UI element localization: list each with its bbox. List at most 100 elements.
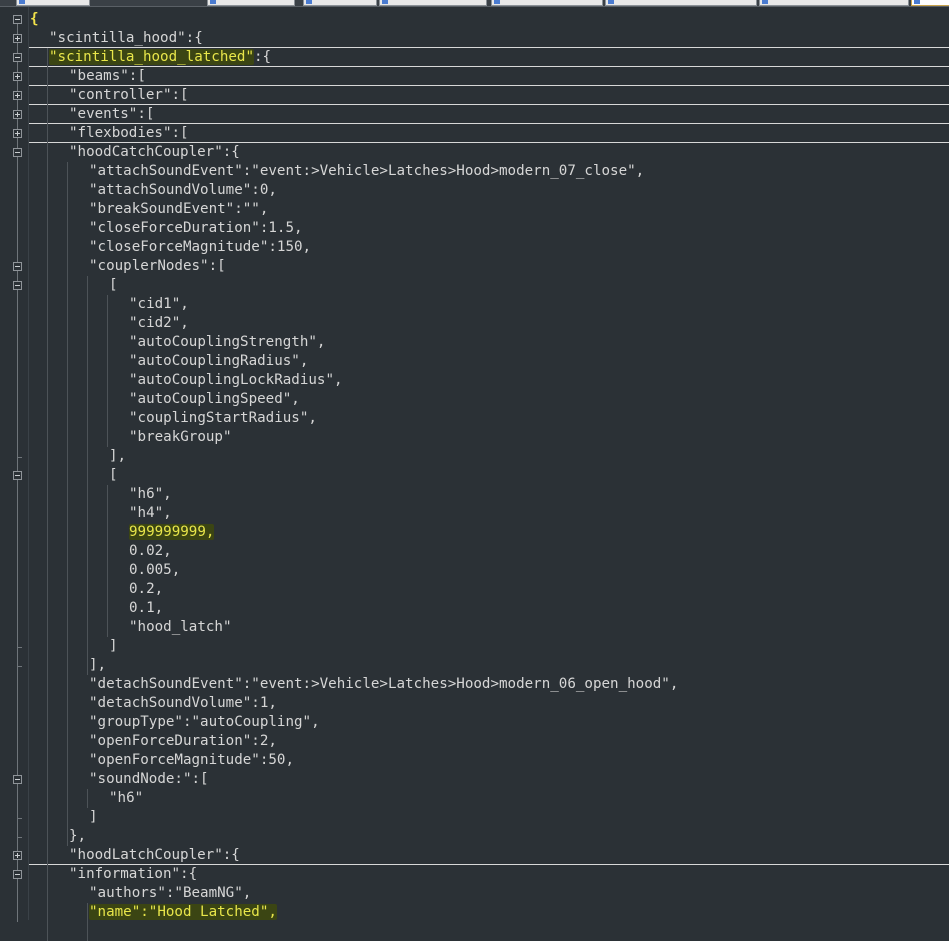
code-line[interactable]: 0.1, (29, 599, 949, 618)
code-line[interactable]: "attachSoundVolume":0, (29, 181, 949, 200)
code-line[interactable]: ] (29, 637, 949, 656)
fold-minus-icon[interactable] (13, 53, 22, 62)
code-line[interactable]: "openForceMagnitude":50, (29, 751, 949, 770)
code-line[interactable]: "beams":[ (29, 66, 949, 86)
file-tab[interactable] (759, 0, 909, 6)
code-line[interactable]: 999999999, (29, 523, 949, 542)
fold-minus-icon[interactable] (13, 262, 22, 271)
code-line[interactable]: "scintilla_hood_latched":{ (29, 47, 949, 67)
code-line[interactable]: "detachSoundVolume":1, (29, 694, 949, 713)
code-line[interactable]: "attachSoundEvent":"event:>Vehicle>Latch… (29, 162, 949, 181)
code-text: "couplingStartRadius", (129, 410, 317, 426)
fold-minus-icon[interactable] (13, 281, 22, 290)
file-tab[interactable] (16, 0, 90, 6)
fold-end-marker (17, 666, 22, 667)
code-line[interactable]: "controller":[ (29, 85, 949, 105)
code-line[interactable]: "autoCouplingStrength", (29, 333, 949, 352)
fold-minus-icon[interactable] (13, 870, 22, 879)
file-tab[interactable] (207, 0, 295, 6)
code-text: "flexbodies":[ (69, 125, 189, 141)
code-line[interactable]: "h6" (29, 789, 949, 808)
code-line[interactable]: [ (29, 276, 949, 295)
fold-plus-icon[interactable] (13, 91, 22, 100)
code-text: ] (89, 809, 98, 825)
code-line[interactable]: ] (29, 808, 949, 827)
file-icon (762, 0, 768, 4)
code-line[interactable]: "scintilla_hood":{ (29, 29, 949, 48)
fold-minus-icon[interactable] (13, 15, 22, 24)
code-line[interactable]: "cid2", (29, 314, 949, 333)
code-line[interactable]: 0.2, (29, 580, 949, 599)
code-line[interactable]: "name":"Hood Latched", (29, 903, 949, 922)
code-text: 999999999, (129, 524, 215, 540)
code-line[interactable]: "detachSoundEvent":"event:>Vehicle>Latch… (29, 675, 949, 694)
code-line[interactable]: "breakSoundEvent":"", (29, 200, 949, 219)
fold-plus-icon[interactable] (13, 129, 22, 138)
code-line[interactable]: "closeForceMagnitude":150, (29, 238, 949, 257)
code-line[interactable]: "h6", (29, 485, 949, 504)
code-line[interactable]: "hoodCatchCoupler":{ (29, 142, 949, 162)
code-line[interactable]: "flexbodies":[ (29, 123, 949, 143)
code-line[interactable]: "breakGroup" (29, 428, 949, 447)
code-line[interactable]: "soundNode:":[ (29, 770, 949, 789)
file-icon (19, 0, 25, 4)
code-line[interactable]: "autoCouplingLockRadius", (29, 371, 949, 390)
code-line[interactable]: "autoCouplingRadius", (29, 352, 949, 371)
code-line[interactable]: "couplingStartRadius", (29, 409, 949, 428)
code-text: "openForceMagnitude":50, (89, 752, 294, 768)
code-line[interactable]: }, (29, 827, 949, 846)
file-tab[interactable] (303, 0, 377, 6)
fold-plus-icon[interactable] (13, 851, 22, 860)
code-line[interactable]: "groupType":"autoCoupling", (29, 713, 949, 732)
fold-plus-icon[interactable] (13, 34, 22, 43)
code-text: "hood_latch" (129, 619, 232, 635)
code-line[interactable]: "h4", (29, 504, 949, 523)
code-line[interactable]: "closeForceDuration":1.5, (29, 219, 949, 238)
code-text: "soundNode:":[ (89, 771, 209, 787)
fold-minus-icon[interactable] (13, 775, 22, 784)
fold-guide (17, 181, 18, 200)
code-text: "attachSoundEvent":"event:>Vehicle>Latch… (89, 163, 645, 179)
file-tab[interactable] (605, 0, 757, 6)
fold-guide (17, 732, 18, 751)
code-text: "closeForceMagnitude":150, (89, 239, 312, 255)
file-tab[interactable] (491, 0, 603, 6)
fold-end-marker (17, 457, 22, 458)
fold-guide (17, 466, 18, 471)
code-text: "controller":[ (69, 87, 189, 103)
file-icon (494, 0, 500, 4)
code-line[interactable]: 0.005, (29, 561, 949, 580)
code-line[interactable]: { (29, 10, 949, 29)
fold-guide (17, 371, 18, 390)
code-area[interactable]: {"scintilla_hood":{"scintilla_hood_latch… (29, 7, 949, 941)
fold-plus-icon[interactable] (13, 72, 22, 81)
code-line[interactable]: 0.02, (29, 542, 949, 561)
fold-margin[interactable] (0, 7, 29, 922)
file-tab[interactable] (379, 0, 487, 6)
code-line[interactable]: "hoodLatchCoupler":{ (29, 846, 949, 865)
code-line[interactable]: "hood_latch" (29, 618, 949, 637)
code-line[interactable]: ], (29, 656, 949, 675)
active-file-tab[interactable] (911, 0, 949, 6)
code-line[interactable]: "couplerNodes":[ (29, 257, 949, 276)
code-line[interactable]: "autoCouplingSpeed", (29, 390, 949, 409)
code-line[interactable]: "information":{ (29, 864, 949, 884)
fold-guide (17, 884, 18, 903)
code-line[interactable]: "events":[ (29, 104, 949, 124)
code-line[interactable]: "openForceDuration":2, (29, 732, 949, 751)
fold-minus-icon[interactable] (13, 148, 22, 157)
code-line[interactable]: [ (29, 466, 949, 485)
fold-plus-icon[interactable] (13, 110, 22, 119)
code-line[interactable]: "cid1", (29, 295, 949, 314)
code-text: "hoodCatchCoupler":{ (69, 144, 240, 160)
code-editor[interactable]: {"scintilla_hood":{"scintilla_hood_latch… (0, 7, 949, 941)
code-line[interactable]: "authors":"BeamNG", (29, 884, 949, 903)
fold-minus-icon[interactable] (13, 471, 22, 480)
code-text: "couplerNodes":[ (89, 258, 226, 274)
fold-guide (17, 219, 18, 238)
fold-guide (17, 713, 18, 732)
file-icon (914, 0, 920, 4)
code-line[interactable]: ], (29, 447, 949, 466)
fold-guide (17, 580, 18, 599)
code-text: 0.2, (129, 581, 164, 597)
